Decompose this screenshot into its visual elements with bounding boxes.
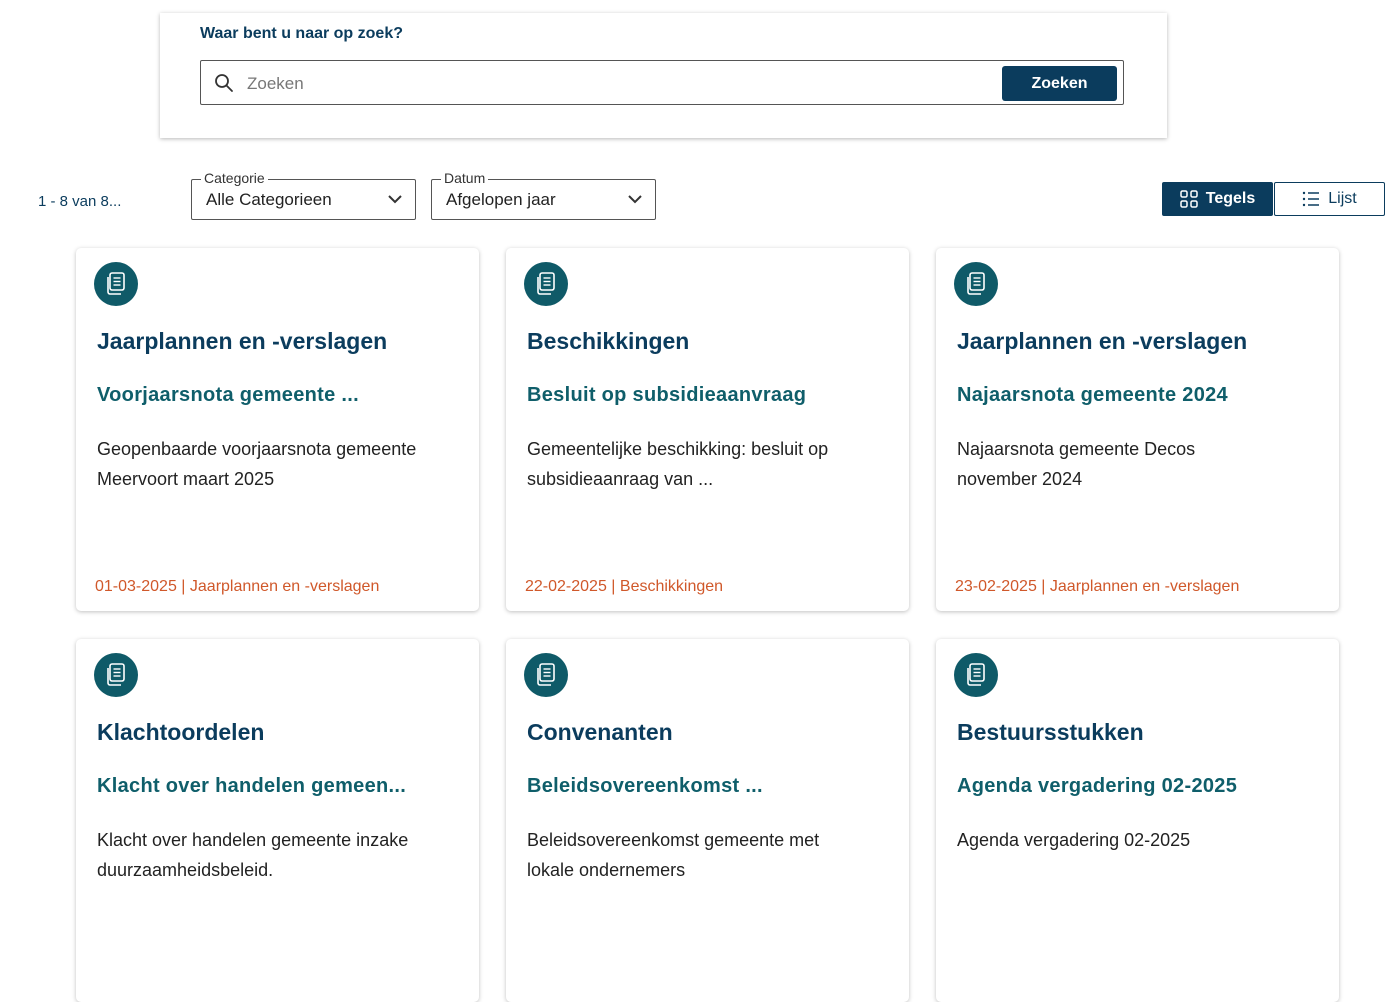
document-icon [94,262,138,306]
document-icon [954,653,998,697]
card-category: Beschikkingen [527,328,690,354]
card-category: Klachtoordelen [97,719,265,745]
card-title[interactable]: Beleidsovereenkomst ... [527,775,763,798]
card-description: Geopenbaarde voorjaarsnota gemeente Meer… [97,439,417,489]
category-filter-value: Alle Categorieen [206,190,332,209]
card-description: Beleidsovereenkomst gemeente met lokale … [527,830,820,880]
chevron-down-icon [628,195,642,204]
card-category: Bestuursstukken [957,719,1144,745]
search-panel: Waar bent u naar op zoek? Zoeken [160,13,1167,138]
card-meta: 22-02-2025 | Beschikkingen [525,578,724,595]
category-filter[interactable]: Categorie Alle Categorieen [191,170,416,220]
search-heading: Waar bent u naar op zoek? [200,25,403,42]
card-meta: 23-02-2025 | Jaarplannen en -verslagen [955,578,1240,595]
document-icon [524,653,568,697]
card-description: Agenda vergadering 02-2025 [957,830,1191,850]
result-card[interactable]: Beschikkingen Besluit op subsidieaanvraa… [506,248,909,611]
document-icon [524,262,568,306]
card-description: Klacht over handelen gemeente inzake duu… [97,830,409,880]
card-description: Gemeentelijke beschikking: besluit op su… [527,439,829,489]
result-card[interactable]: Jaarplannen en -verslagen Voorjaarsnota … [76,248,479,611]
chevron-down-icon [388,195,402,204]
date-filter[interactable]: Datum Afgelopen jaar [431,170,656,220]
document-icon [954,262,998,306]
card-meta: 01-03-2025 | Jaarplannen en -verslagen [95,578,380,595]
search-button[interactable]: Zoeken [1002,66,1117,101]
card-title[interactable]: Besluit op subsidieaanvraag [527,384,806,407]
card-title[interactable]: Klacht over handelen gemeen... [97,775,406,798]
card-category: Convenanten [527,719,673,745]
card-description: Najaarsnota gemeente Decos november 2024 [957,439,1196,489]
search-box[interactable]: Zoeken [200,60,1124,106]
list-icon [1303,191,1320,207]
date-filter-label: Datum [441,170,489,186]
result-card[interactable]: Jaarplannen en -verslagen Najaarsnota ge… [936,248,1339,611]
list-view-label: Lijst [1328,190,1357,207]
result-card[interactable]: Convenanten Beleidsovereenkomst ... Bele… [506,639,909,1002]
result-card[interactable]: Bestuursstukken Agenda vergadering 02-20… [936,639,1339,1002]
list-view-button[interactable]: Lijst [1274,182,1385,216]
result-card[interactable]: Klachtoordelen Klacht over handelen geme… [76,639,479,1002]
grid-icon [1180,190,1198,208]
tiles-view-label: Tegels [1205,190,1256,207]
card-title[interactable]: Najaarsnota gemeente 2024 [957,384,1228,407]
tiles-view-button[interactable]: Tegels [1162,182,1273,216]
document-icon [94,653,138,697]
search-icon [215,74,233,92]
card-category: Jaarplannen en -verslagen [957,328,1248,354]
card-title[interactable]: Agenda vergadering 02-2025 [957,775,1237,798]
category-filter-label: Categorie [201,170,268,186]
results-count: 1 - 8 van 8... [38,193,122,210]
search-input[interactable] [245,61,999,106]
card-title[interactable]: Voorjaarsnota gemeente ... [97,384,359,407]
date-filter-value: Afgelopen jaar [446,190,556,209]
card-category: Jaarplannen en -verslagen [97,328,388,354]
